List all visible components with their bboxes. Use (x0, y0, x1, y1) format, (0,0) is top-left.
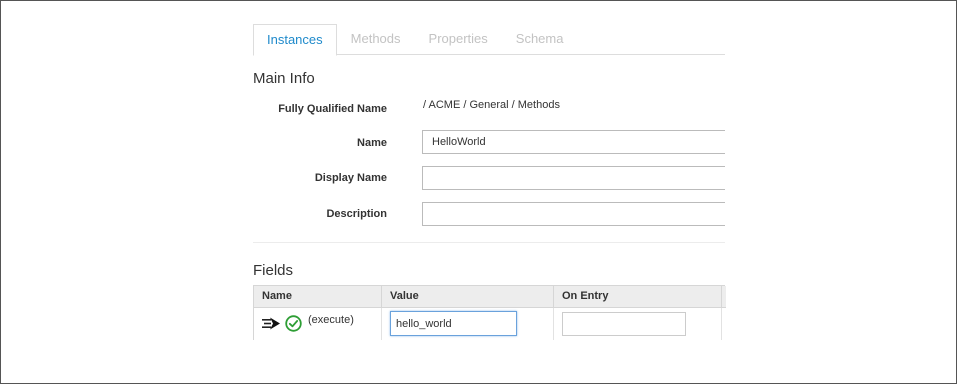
display-name-label: Display Name (314, 172, 387, 184)
tab-instances[interactable]: Instances (253, 24, 337, 56)
column-header-on-entry[interactable]: On Entry (554, 286, 722, 307)
description-label: Description (326, 208, 387, 220)
table-row[interactable]: (execute) (254, 308, 726, 340)
field-value-input[interactable] (390, 311, 517, 336)
fields-title: Fields (253, 262, 294, 279)
execute-arrow-icon (262, 317, 280, 330)
name-label: Name (357, 137, 387, 149)
tab-schema[interactable]: Schema (502, 24, 578, 55)
name-input[interactable] (422, 130, 725, 154)
field-on-entry-input[interactable] (562, 312, 686, 336)
column-header-name[interactable]: Name (254, 286, 382, 307)
fields-table-header: Name Value On Entry (254, 286, 726, 308)
display-name-input[interactable] (422, 166, 725, 190)
window-frame: Instances Methods Properties Schema Main… (0, 0, 957, 384)
tab-properties[interactable]: Properties (415, 24, 502, 55)
description-input[interactable] (422, 202, 725, 226)
main-info-title: Main Info (253, 70, 315, 87)
fqn-value: / ACME / General / Methods (423, 99, 560, 111)
column-header-value[interactable]: Value (382, 286, 554, 307)
fqn-label: Fully Qualified Name (278, 103, 387, 115)
tab-bar: Instances Methods Properties Schema (253, 24, 725, 56)
fields-table: Name Value On Entry (execute) (253, 285, 726, 340)
tab-methods[interactable]: Methods (337, 24, 415, 55)
check-circle-icon (285, 315, 302, 332)
cell-name: (execute) (254, 308, 382, 340)
field-name: (execute) (308, 314, 354, 326)
section-divider (253, 242, 725, 243)
